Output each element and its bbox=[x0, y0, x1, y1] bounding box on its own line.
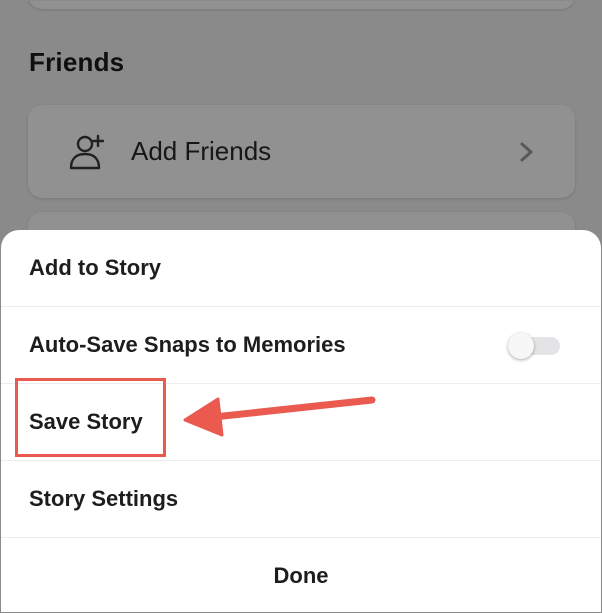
done-button[interactable]: Done bbox=[1, 538, 601, 612]
story-settings-option[interactable]: Story Settings bbox=[1, 461, 601, 538]
done-label: Done bbox=[273, 563, 329, 588]
add-to-story-option[interactable]: Add to Story bbox=[1, 230, 601, 307]
story-settings-label: Story Settings bbox=[29, 486, 179, 511]
screenshot-frame: Friends Add Friends Add to Story Auto-Sa… bbox=[0, 0, 602, 613]
add-to-story-label: Add to Story bbox=[29, 255, 161, 280]
auto-save-toggle[interactable] bbox=[508, 333, 561, 359]
toggle-knob bbox=[508, 333, 534, 359]
save-story-highlight-box bbox=[15, 378, 166, 457]
auto-save-snaps-option[interactable]: Auto-Save Snaps to Memories bbox=[1, 307, 601, 384]
auto-save-snaps-label: Auto-Save Snaps to Memories bbox=[29, 332, 346, 357]
